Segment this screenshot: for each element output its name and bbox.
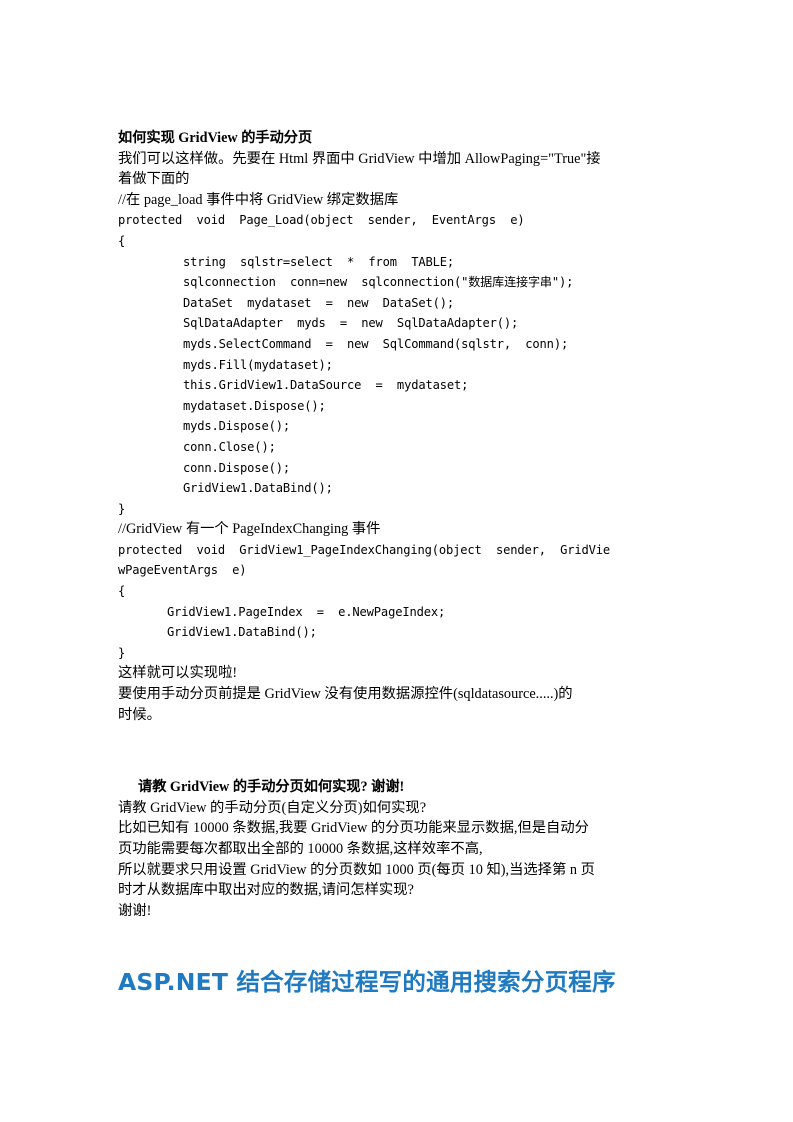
code-line-databind-2: GridView1.DataBind(); <box>167 625 317 640</box>
section2-body-line-4: 所以就要求只用设置 GridView 的分页数如 1000 页(每页 10 知)… <box>118 861 595 878</box>
code-line-datasource: this.GridView1.DataSource = mydataset; <box>183 378 469 393</box>
code-line-conn-close: conn.Close(); <box>183 439 276 454</box>
code-line-mydataset-dispose: mydataset.Dispose(); <box>183 398 326 413</box>
code-line-close-brace-1: } <box>118 501 126 516</box>
code-line-open-brace-1: { <box>118 233 126 248</box>
code-line-selectcommand: myds.SelectCommand = new SqlCommand(sqls… <box>183 336 569 351</box>
code-line-myds-dispose: myds.Dispose(); <box>183 419 290 434</box>
section1-comment-1: //在 page_load 事件中将 GridView 绑定数据库 <box>118 191 399 208</box>
section2-body-line-3: 页功能需要每次都取出全部的 10000 条数据,这样效率不高, <box>118 841 483 857</box>
code-line-databind-1: GridView1.DataBind(); <box>183 481 333 496</box>
code-line-fill: myds.Fill(mydataset); <box>183 357 333 372</box>
section-spacer-1 <box>118 725 674 777</box>
code-line-sqlstr: string sqlstr=select * from TABLE; <box>183 254 454 269</box>
section1-closing-line-1: 这样就可以实现啦! <box>118 665 238 682</box>
section2-body-line-5: 时才从数据库中取出对应的数据,请问怎样实现? <box>118 882 414 899</box>
section1-comment-2: //GridView 有一个 PageIndexChanging 事件 <box>118 521 381 538</box>
section2-heading: 请教 GridView 的手动分页如何实现? 谢谢! <box>138 779 405 796</box>
document-content: 如何实现 GridView 的手动分页 我们可以这样做。先要在 Html 界面中… <box>118 128 674 997</box>
section2-body-line-6: 谢谢! <box>118 902 152 919</box>
code-line-sqldataadapter: SqlDataAdapter myds = new SqlDataAdapter… <box>183 316 519 331</box>
section1-closing-line-3: 时候。 <box>118 706 161 723</box>
code-line-pageindex-assign: GridView1.PageIndex = e.NewPageIndex; <box>167 604 446 619</box>
document-page: 如何实现 GridView 的手动分页 我们可以这样做。先要在 Html 界面中… <box>0 0 793 1122</box>
section1-intro-line-2: 着做下面的 <box>118 171 190 188</box>
code-line-sqlconnection: sqlconnection conn=new sqlconnection("数据… <box>183 275 574 290</box>
section3-title: ASP.NET 结合存储过程写的通用搜索分页程序 <box>118 968 616 997</box>
section2-body-line-1: 请教 GridView 的手动分页(自定义分页)如何实现? <box>118 799 427 816</box>
code-line-signature-pageload: protected void Page_Load(object sender, … <box>118 213 525 228</box>
section1-closing-line-2: 要使用手动分页前提是 GridView 没有使用数据源控件(sqldatasou… <box>118 686 573 703</box>
code-line-signature-pageindexchanging: protected void GridView1_PageIndexChangi… <box>118 542 611 578</box>
code-line-dataset: DataSet mydataset = new DataSet(); <box>183 295 454 310</box>
code-line-close-brace-2: } <box>118 645 126 660</box>
code-line-conn-dispose: conn.Dispose(); <box>183 460 290 475</box>
section1-heading: 如何实现 GridView 的手动分页 <box>118 130 313 146</box>
section2-body-line-2: 比如已知有 10000 条数据,我要 GridView 的分页功能来显示数据,但… <box>118 820 589 837</box>
section1-intro-line-1: 我们可以这样做。先要在 Html 界面中 GridView 中增加 AllowP… <box>118 150 601 167</box>
code-line-open-brace-2: { <box>118 584 126 599</box>
section-spacer-2 <box>118 921 674 967</box>
